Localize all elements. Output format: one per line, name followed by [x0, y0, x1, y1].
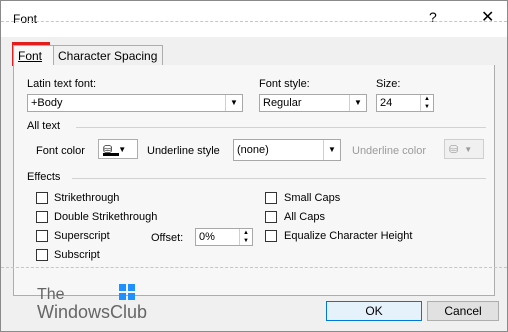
- size-label: Size:: [376, 78, 401, 90]
- font-color-label: Font color: [36, 145, 85, 157]
- windows-logo-icon: [119, 284, 135, 300]
- font-color-swatch: [103, 153, 119, 156]
- latin-font-select[interactable]: +Body ▼: [27, 94, 243, 112]
- size-input[interactable]: 24 ▲ ▼: [376, 94, 434, 112]
- underline-color-picker[interactable]: ⛁ ▼: [444, 139, 484, 159]
- latin-font-label: Latin text font:: [27, 78, 97, 90]
- all-text-header: All text: [27, 120, 61, 132]
- chevron-down-icon[interactable]: ▼: [225, 95, 242, 111]
- cancel-button[interactable]: Cancel: [427, 301, 499, 321]
- title-bar: Font ? ✕: [1, 1, 507, 37]
- paint-bucket-icon: ⛁: [449, 143, 459, 156]
- chevron-down-icon[interactable]: ▼: [349, 95, 366, 111]
- size-spinner[interactable]: ▲ ▼: [420, 95, 433, 111]
- watermark-windowsclub: WindowsClub: [37, 302, 148, 322]
- strikethrough-checkbox[interactable]: [36, 192, 48, 204]
- underline-style-value: (none): [237, 144, 269, 156]
- chevron-down-icon[interactable]: ▼: [118, 145, 126, 154]
- equalize-height-checkbox[interactable]: [265, 230, 277, 242]
- tab-character-spacing[interactable]: Character Spacing: [53, 45, 163, 66]
- font-color-picker[interactable]: ⛁ ▼: [98, 139, 138, 159]
- spin-up-icon[interactable]: ▲: [424, 95, 430, 103]
- chevron-down-icon[interactable]: ▼: [464, 145, 472, 154]
- equalize-height-label: Equalize Character Height: [284, 230, 413, 242]
- font-tab-panel: Latin text font: +Body ▼ Font style: Reg…: [13, 65, 495, 296]
- tab-font-label: Font: [18, 49, 43, 63]
- subscript-label: Subscript: [54, 249, 100, 261]
- spin-up-icon[interactable]: ▲: [243, 229, 249, 237]
- tab-character-spacing-label: Character Spacing: [58, 49, 158, 63]
- offset-input[interactable]: 0% ▲ ▼: [195, 228, 253, 246]
- underline-style-select[interactable]: (none) ▼: [233, 139, 341, 161]
- underline-color-label: Underline color: [352, 145, 426, 157]
- strikethrough-label: Strikethrough: [54, 192, 120, 204]
- font-style-select[interactable]: Regular ▼: [259, 94, 367, 112]
- font-style-label: Font style:: [259, 78, 310, 90]
- font-style-value: Regular: [263, 97, 302, 109]
- font-dialog: Font ? ✕ Font Character Spacing Latin te…: [0, 0, 508, 332]
- subscript-checkbox[interactable]: [36, 249, 48, 261]
- underline-style-label: Underline style: [147, 145, 220, 157]
- offset-value: 0%: [199, 231, 215, 243]
- all-caps-checkbox[interactable]: [265, 211, 277, 223]
- small-caps-checkbox[interactable]: [265, 192, 277, 204]
- all-text-divider: [76, 127, 486, 128]
- effects-header: Effects: [27, 171, 61, 183]
- double-strikethrough-label: Double Strikethrough: [54, 211, 158, 223]
- ok-button[interactable]: OK: [326, 301, 422, 321]
- small-caps-label: Small Caps: [284, 192, 341, 204]
- offset-spinner[interactable]: ▲ ▼: [239, 229, 252, 245]
- superscript-label: Superscript: [54, 230, 110, 242]
- effects-divider: [72, 178, 486, 179]
- dialog-title: Font: [13, 12, 38, 26]
- background-guide-line: [1, 21, 507, 23]
- chevron-down-icon[interactable]: ▼: [323, 140, 340, 160]
- spin-down-icon[interactable]: ▼: [424, 103, 430, 111]
- superscript-checkbox[interactable]: [36, 230, 48, 242]
- close-button[interactable]: ✕: [481, 7, 494, 27]
- offset-label: Offset:: [151, 232, 184, 244]
- double-strikethrough-checkbox[interactable]: [36, 211, 48, 223]
- all-caps-label: All Caps: [284, 211, 325, 223]
- latin-font-value: +Body: [31, 97, 63, 109]
- background-guide-line: [1, 267, 507, 269]
- spin-down-icon[interactable]: ▼: [243, 237, 249, 245]
- size-value: 24: [380, 97, 393, 109]
